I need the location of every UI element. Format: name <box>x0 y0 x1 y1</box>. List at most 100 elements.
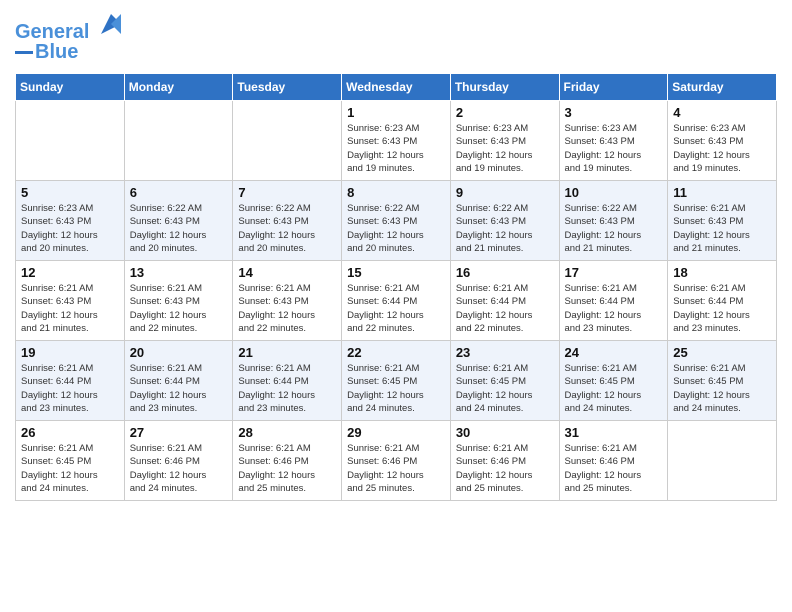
header-cell-sunday: Sunday <box>16 74 125 101</box>
day-cell: 16 Sunrise: 6:21 AM Sunset: 6:44 PM Dayli… <box>450 261 559 341</box>
day-info: Sunrise: 6:21 AM Sunset: 6:44 PM Dayligh… <box>673 282 771 335</box>
day-number: 17 <box>565 265 663 280</box>
header-cell-friday: Friday <box>559 74 668 101</box>
day-cell: 4Sunrise: 6:23 AM Sunset: 6:43 PM Daylig… <box>668 101 777 181</box>
day-info: Sunrise: 6:21 AM Sunset: 6:43 PM Dayligh… <box>130 282 228 335</box>
day-cell: 22Sunrise: 6:21 AM Sunset: 6:45 PM Dayli… <box>342 341 451 421</box>
day-info: Sunrise: 6:21 AM Sunset: 6:45 PM Dayligh… <box>673 362 771 415</box>
header-cell-monday: Monday <box>124 74 233 101</box>
day-number: 6 <box>130 185 228 200</box>
day-number: 16 <box>456 265 554 280</box>
calendar-header: SundayMondayTuesdayWednesdayThursdayFrid… <box>16 74 777 101</box>
day-cell: 13 Sunrise: 6:21 AM Sunset: 6:43 PM Dayli… <box>124 261 233 341</box>
day-cell: 18Sunrise: 6:21 AM Sunset: 6:44 PM Dayli… <box>668 261 777 341</box>
day-info: Sunrise: 6:22 AM Sunset: 6:43 PM Dayligh… <box>347 202 445 255</box>
day-cell: 24 Sunrise: 6:21 AM Sunset: 6:45 PM Dayli… <box>559 341 668 421</box>
header-cell-saturday: Saturday <box>668 74 777 101</box>
logo-blue: Blue <box>35 41 78 63</box>
header-cell-thursday: Thursday <box>450 74 559 101</box>
logo-general: General <box>15 21 89 43</box>
header-row: SundayMondayTuesdayWednesdayThursdayFrid… <box>16 74 777 101</box>
day-cell: 19 Sunrise: 6:21 AM Sunset: 6:44 PM Dayli… <box>16 341 125 421</box>
day-info: Sunrise: 6:21 AM Sunset: 6:43 PM Dayligh… <box>673 202 771 255</box>
day-number: 31 <box>565 425 663 440</box>
day-number: 12 <box>21 265 119 280</box>
calendar-table: SundayMondayTuesdayWednesdayThursdayFrid… <box>15 73 777 501</box>
day-info: Sunrise: 6:21 AM Sunset: 6:44 PM Dayligh… <box>565 282 663 335</box>
day-cell: 30Sunrise: 6:21 AM Sunset: 6:46 PM Dayli… <box>450 421 559 501</box>
day-cell: 28 Sunrise: 6:21 AM Sunset: 6:46 PM Dayli… <box>233 421 342 501</box>
day-cell: 26 Sunrise: 6:21 AM Sunset: 6:45 PM Dayli… <box>16 421 125 501</box>
day-number: 30 <box>456 425 554 440</box>
day-info: Sunrise: 6:22 AM Sunset: 6:43 PM Dayligh… <box>130 202 228 255</box>
week-row-4: 19 Sunrise: 6:21 AM Sunset: 6:44 PM Dayli… <box>16 341 777 421</box>
day-cell: 8 Sunrise: 6:22 AM Sunset: 6:43 PM Daylig… <box>342 181 451 261</box>
header-cell-wednesday: Wednesday <box>342 74 451 101</box>
day-cell: 17 Sunrise: 6:21 AM Sunset: 6:44 PM Dayli… <box>559 261 668 341</box>
day-cell: 23Sunrise: 6:21 AM Sunset: 6:45 PM Dayli… <box>450 341 559 421</box>
day-info: Sunrise: 6:21 AM Sunset: 6:46 PM Dayligh… <box>238 442 336 495</box>
day-number: 7 <box>238 185 336 200</box>
header-cell-tuesday: Tuesday <box>233 74 342 101</box>
day-number: 4 <box>673 105 771 120</box>
day-number: 28 <box>238 425 336 440</box>
day-number: 11 <box>673 185 771 200</box>
day-cell: 2Sunrise: 6:23 AM Sunset: 6:43 PM Daylig… <box>450 101 559 181</box>
day-info: Sunrise: 6:21 AM Sunset: 6:45 PM Dayligh… <box>21 442 119 495</box>
day-number: 15 <box>347 265 445 280</box>
day-cell: 21 Sunrise: 6:21 AM Sunset: 6:44 PM Dayli… <box>233 341 342 421</box>
week-row-1: 1 Sunrise: 6:23 AM Sunset: 6:43 PM Daylig… <box>16 101 777 181</box>
day-cell: 29Sunrise: 6:21 AM Sunset: 6:46 PM Dayli… <box>342 421 451 501</box>
day-number: 23 <box>456 345 554 360</box>
day-info: Sunrise: 6:21 AM Sunset: 6:44 PM Dayligh… <box>130 362 228 415</box>
day-number: 26 <box>21 425 119 440</box>
day-number: 9 <box>456 185 554 200</box>
day-info: Sunrise: 6:21 AM Sunset: 6:45 PM Dayligh… <box>565 362 663 415</box>
day-info: Sunrise: 6:23 AM Sunset: 6:43 PM Dayligh… <box>21 202 119 255</box>
day-info: Sunrise: 6:23 AM Sunset: 6:43 PM Dayligh… <box>347 122 445 175</box>
day-info: Sunrise: 6:22 AM Sunset: 6:43 PM Dayligh… <box>456 202 554 255</box>
day-info: Sunrise: 6:22 AM Sunset: 6:43 PM Dayligh… <box>238 202 336 255</box>
day-number: 24 <box>565 345 663 360</box>
week-row-5: 26 Sunrise: 6:21 AM Sunset: 6:45 PM Dayli… <box>16 421 777 501</box>
day-number: 20 <box>130 345 228 360</box>
day-cell: 12 Sunrise: 6:21 AM Sunset: 6:43 PM Dayli… <box>16 261 125 341</box>
day-cell: 5 Sunrise: 6:23 AM Sunset: 6:43 PM Daylig… <box>16 181 125 261</box>
header: General Blue <box>15 10 777 63</box>
day-cell: 15 Sunrise: 6:21 AM Sunset: 6:44 PM Dayli… <box>342 261 451 341</box>
day-number: 5 <box>21 185 119 200</box>
day-cell: 10 Sunrise: 6:22 AM Sunset: 6:43 PM Dayli… <box>559 181 668 261</box>
day-info: Sunrise: 6:21 AM Sunset: 6:46 PM Dayligh… <box>130 442 228 495</box>
page: General Blue SundayMonda <box>0 0 792 516</box>
day-info: Sunrise: 6:21 AM Sunset: 6:43 PM Dayligh… <box>21 282 119 335</box>
day-cell: 11 Sunrise: 6:21 AM Sunset: 6:43 PM Dayli… <box>668 181 777 261</box>
day-info: Sunrise: 6:23 AM Sunset: 6:43 PM Dayligh… <box>565 122 663 175</box>
day-number: 19 <box>21 345 119 360</box>
week-row-2: 5 Sunrise: 6:23 AM Sunset: 6:43 PM Daylig… <box>16 181 777 261</box>
day-cell: 3Sunrise: 6:23 AM Sunset: 6:43 PM Daylig… <box>559 101 668 181</box>
day-info: Sunrise: 6:21 AM Sunset: 6:44 PM Dayligh… <box>456 282 554 335</box>
day-info: Sunrise: 6:21 AM Sunset: 6:46 PM Dayligh… <box>347 442 445 495</box>
day-info: Sunrise: 6:21 AM Sunset: 6:44 PM Dayligh… <box>238 362 336 415</box>
week-row-3: 12 Sunrise: 6:21 AM Sunset: 6:43 PM Dayli… <box>16 261 777 341</box>
day-number: 8 <box>347 185 445 200</box>
day-number: 14 <box>238 265 336 280</box>
day-cell: 25Sunrise: 6:21 AM Sunset: 6:45 PM Dayli… <box>668 341 777 421</box>
day-info: Sunrise: 6:22 AM Sunset: 6:43 PM Dayligh… <box>565 202 663 255</box>
day-cell: 31 Sunrise: 6:21 AM Sunset: 6:46 PM Dayli… <box>559 421 668 501</box>
calendar-body: 1 Sunrise: 6:23 AM Sunset: 6:43 PM Daylig… <box>16 101 777 501</box>
day-cell <box>124 101 233 181</box>
day-info: Sunrise: 6:21 AM Sunset: 6:46 PM Dayligh… <box>565 442 663 495</box>
day-number: 13 <box>130 265 228 280</box>
day-cell: 6 Sunrise: 6:22 AM Sunset: 6:43 PM Daylig… <box>124 181 233 261</box>
day-number: 10 <box>565 185 663 200</box>
logo-text: General <box>15 10 125 43</box>
day-info: Sunrise: 6:21 AM Sunset: 6:44 PM Dayligh… <box>347 282 445 335</box>
logo: General Blue <box>15 10 125 63</box>
logo-icon <box>97 10 125 38</box>
day-info: Sunrise: 6:21 AM Sunset: 6:43 PM Dayligh… <box>238 282 336 335</box>
day-number: 1 <box>347 105 445 120</box>
day-number: 21 <box>238 345 336 360</box>
day-info: Sunrise: 6:21 AM Sunset: 6:44 PM Dayligh… <box>21 362 119 415</box>
day-info: Sunrise: 6:23 AM Sunset: 6:43 PM Dayligh… <box>456 122 554 175</box>
